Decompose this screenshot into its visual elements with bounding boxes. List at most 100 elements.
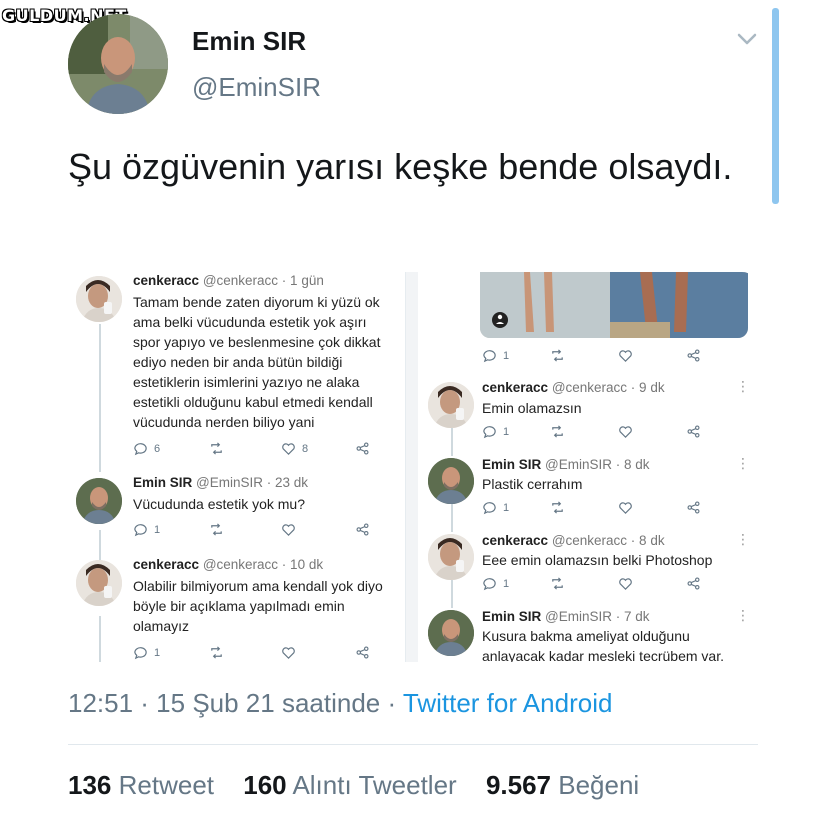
reply-count: 1 (154, 646, 161, 659)
author-photo (68, 14, 168, 114)
reply-actions: 1 (133, 645, 393, 661)
reply-header: cenkeracc @cenkeracc · 1 gün (133, 273, 324, 288)
reply-text: Vücudunda estetik yok mu? (133, 496, 305, 512)
timestamp-text[interactable]: 12:51 · 15 Şub 21 saatinde · (68, 688, 403, 718)
more-icon[interactable]: ⋮ (736, 607, 750, 624)
reply-action: 1 (482, 500, 509, 515)
retweet-action (209, 522, 224, 537)
reply-header: Emin SIR @EminSIR · 7 dk (482, 609, 650, 624)
reply-header: cenkeracc @cenkeracc · 10 dk (133, 557, 323, 572)
reply-text: Tamam bende zaten diyorum ki yüzü ok ama… (133, 294, 381, 430)
reply-meta: @EminSIR · 8 dk (545, 457, 650, 472)
reply-icon (134, 443, 147, 456)
share-icon (356, 523, 369, 536)
reply-meta: @cenkeracc · 10 dk (202, 557, 324, 572)
scrollbar[interactable] (772, 8, 779, 204)
thread-line (451, 428, 453, 456)
reply-action: 1 (482, 348, 509, 363)
like-action (618, 348, 633, 363)
reply-header: cenkeracc @cenkeracc · 8 dk (482, 533, 665, 548)
avatar (76, 560, 122, 606)
share-action (355, 522, 370, 537)
thread-line (99, 324, 101, 472)
share-icon (356, 442, 369, 455)
share-icon (687, 577, 700, 590)
like-count: 8 (302, 442, 309, 455)
reply-icon (134, 524, 147, 537)
reply-icon (483, 426, 496, 439)
author-name[interactable]: Emin SIR (192, 26, 306, 57)
thread-line (451, 504, 453, 532)
retweet-icon (211, 646, 222, 659)
reply-author: cenkeracc (482, 533, 549, 548)
tweet-source-link[interactable]: Twitter for Android (403, 688, 613, 718)
retweet-action (550, 576, 565, 591)
avatar (428, 458, 474, 504)
retweet-action (550, 500, 565, 515)
retweet-action (209, 441, 224, 456)
likes-label[interactable]: Beğeni (558, 770, 639, 800)
reply-meta: @EminSIR · 23 dk (196, 475, 309, 490)
more-icon[interactable]: ⋮ (736, 455, 750, 472)
chevron-down-icon[interactable] (736, 30, 758, 48)
thread-line (99, 530, 101, 560)
retweet-icon (552, 577, 563, 590)
author-avatar[interactable] (68, 14, 168, 114)
share-action (686, 424, 701, 439)
avatar (76, 276, 122, 322)
reply-count: 1 (154, 523, 161, 536)
likes-count[interactable]: 9.567 (486, 770, 551, 800)
reply-action: 1 (482, 424, 509, 439)
reply-count: 6 (154, 442, 161, 455)
like-action (618, 424, 633, 439)
share-icon (356, 646, 369, 659)
reply-icon (483, 502, 496, 515)
share-action (355, 645, 370, 660)
reply-icon (483, 578, 496, 591)
retweets-label[interactable]: Retweet (119, 770, 214, 800)
reply-author: cenkeracc (482, 380, 549, 395)
reply-icon (134, 647, 147, 660)
share-icon (687, 349, 700, 362)
retweet-icon (211, 523, 222, 536)
reply-actions: 1 (482, 348, 742, 364)
like-action: 8 (281, 441, 308, 456)
more-icon[interactable]: ⋮ (736, 531, 750, 548)
heart-icon (619, 350, 632, 362)
thread-line (99, 616, 101, 662)
reply-count: 1 (503, 425, 510, 438)
photo-strip (480, 272, 748, 338)
like-action (618, 500, 633, 515)
more-icon[interactable]: ⋮ (736, 378, 750, 395)
tweet-media[interactable]: cenkeracc @cenkeracc · 1 gün Tamam bende… (68, 272, 758, 662)
divider (68, 744, 758, 745)
reply-icon (483, 350, 496, 363)
reply-actions: 1 (482, 424, 742, 440)
reply-action: 1 (482, 576, 509, 591)
tweet-stats: 136 Retweet 160 Alıntı Tweetler 9.567 Be… (68, 770, 661, 801)
share-icon (687, 425, 700, 438)
reply-count: 1 (503, 501, 510, 514)
reply-author: Emin SIR (133, 475, 193, 490)
reply-meta: @cenkeracc · 8 dk (551, 533, 665, 548)
tweet-timestamp: 12:51 · 15 Şub 21 saatinde · Twitter for… (68, 688, 612, 719)
retweets-count[interactable]: 136 (68, 770, 111, 800)
like-action (618, 576, 633, 591)
author-handle[interactable]: @EminSIR (192, 72, 321, 103)
media-gap (406, 272, 418, 662)
retweet-icon (211, 442, 222, 455)
screenshot-left: cenkeracc @cenkeracc · 1 gün Tamam bende… (68, 272, 406, 662)
share-action (686, 348, 701, 363)
quotes-count[interactable]: 160 (243, 770, 286, 800)
screenshot-right: 1 cenkeracc @cenkeracc · 9 dk ⋮ Emin ola… (418, 272, 758, 662)
reply-action: 1 (133, 522, 160, 537)
share-icon (687, 501, 700, 514)
heart-icon (619, 502, 632, 514)
avatar (428, 610, 474, 656)
reply-action: 6 (133, 441, 160, 456)
reply-actions: 6 8 (133, 441, 393, 457)
share-action (686, 500, 701, 515)
quotes-label[interactable]: Alıntı Tweetler (292, 770, 456, 800)
share-action (355, 441, 370, 456)
retweet-icon (552, 501, 563, 514)
